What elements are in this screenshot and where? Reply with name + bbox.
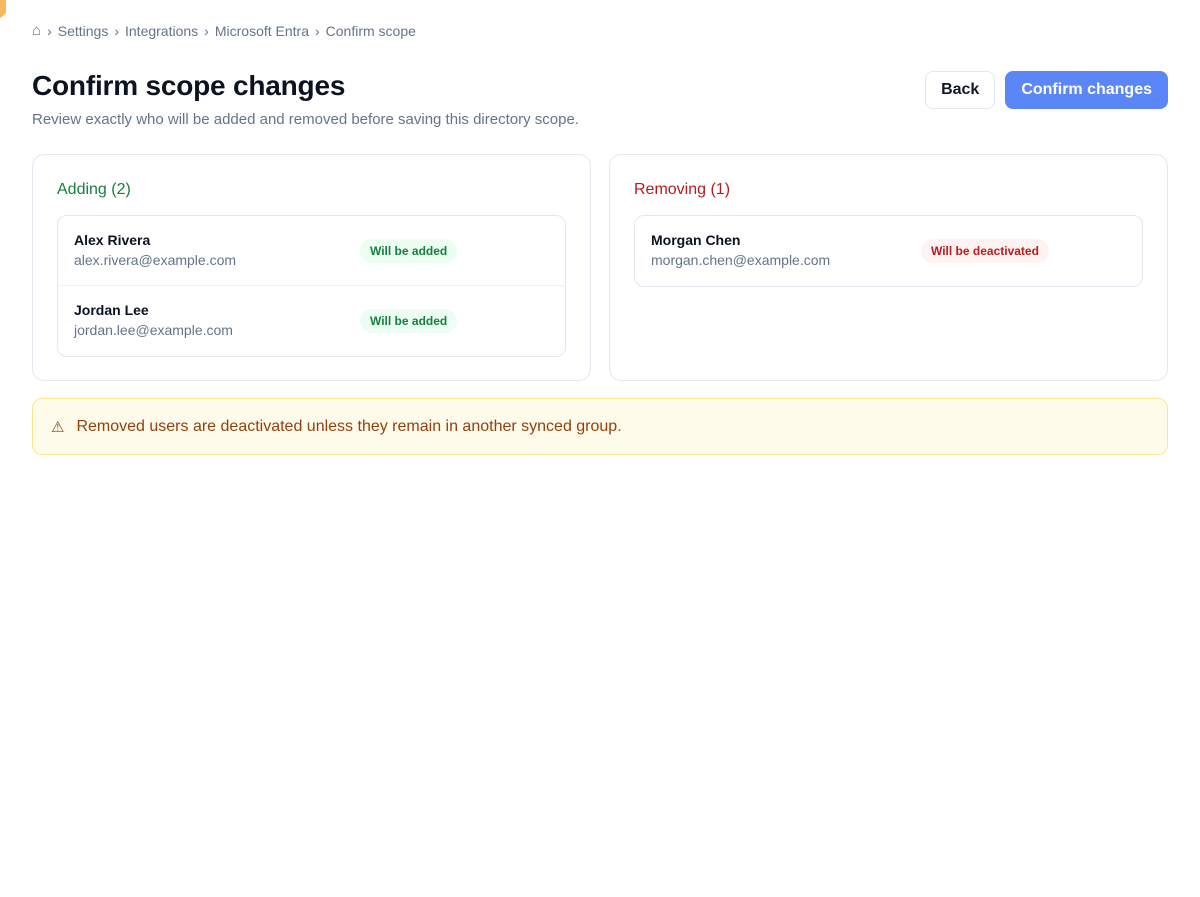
header-actions: Back Confirm changes — [925, 71, 1168, 109]
user-name: Morgan Chen — [651, 232, 741, 248]
status-badge: Will be added — [360, 309, 458, 333]
scope-change-panels: Adding (2) Alex Rivera alex.rivera@examp… — [32, 154, 1168, 381]
adding-user-list: Alex Rivera alex.rivera@example.com Will… — [57, 215, 566, 357]
user-email: alex.rivera@example.com — [74, 252, 237, 268]
breadcrumb-separator: › — [204, 22, 209, 39]
breadcrumb-separator: › — [314, 22, 320, 39]
breadcrumb-confirm-scope: Confirm scope — [325, 22, 416, 39]
warning-icon: ⚠ — [51, 418, 65, 436]
user-email: morgan.chen@example.com — [651, 252, 831, 268]
adding-panel: Adding (2) Alex Rivera alex.rivera@examp… — [32, 154, 591, 381]
breadcrumb-microsoft-entra[interactable]: Microsoft Entra — [215, 23, 309, 39]
breadcrumb-settings[interactable]: Settings — [58, 23, 109, 39]
page-header: Confirm scope changes Review exactly who… — [32, 70, 1168, 130]
breadcrumb-separator: › — [114, 22, 119, 39]
page-title: Confirm scope changes — [32, 70, 346, 101]
breadcrumb-separator: › — [47, 22, 52, 39]
removing-user-list: Morgan Chen morgan.chen@example.com Will… — [634, 215, 1143, 287]
breadcrumb: ⌂ › Settings › Integrations › Microsoft … — [32, 22, 416, 39]
status-badge: Will be added — [360, 239, 458, 263]
home-icon[interactable]: ⌂ — [32, 22, 41, 39]
user-name: Alex Rivera — [74, 232, 151, 248]
list-item: Jordan Lee jordan.lee@example.com Will b… — [58, 286, 565, 356]
adding-panel-title: Adding (2) — [57, 181, 131, 198]
list-item: Morgan Chen morgan.chen@example.com Will… — [635, 216, 1142, 286]
back-button[interactable]: Back — [925, 71, 996, 109]
deactivation-warning: ⚠ Removed users are deactivated unless t… — [32, 398, 1168, 455]
breadcrumb-integrations[interactable]: Integrations — [125, 23, 198, 39]
status-badge: Will be deactivated — [921, 239, 1049, 263]
removing-panel-title: Removing (1) — [634, 181, 731, 198]
warning-message: Removed users are deactivated unless the… — [76, 417, 622, 435]
user-name: Jordan Lee — [74, 302, 149, 318]
page-subtitle: Review exactly who will be added and rem… — [32, 111, 579, 128]
confirm-changes-button[interactable]: Confirm changes — [1005, 71, 1168, 109]
user-email: jordan.lee@example.com — [74, 322, 233, 338]
removing-panel: Removing (1) Morgan Chen morgan.chen@exa… — [609, 154, 1168, 381]
list-item: Alex Rivera alex.rivera@example.com Will… — [58, 216, 565, 286]
corner-decoration — [0, 0, 6, 23]
